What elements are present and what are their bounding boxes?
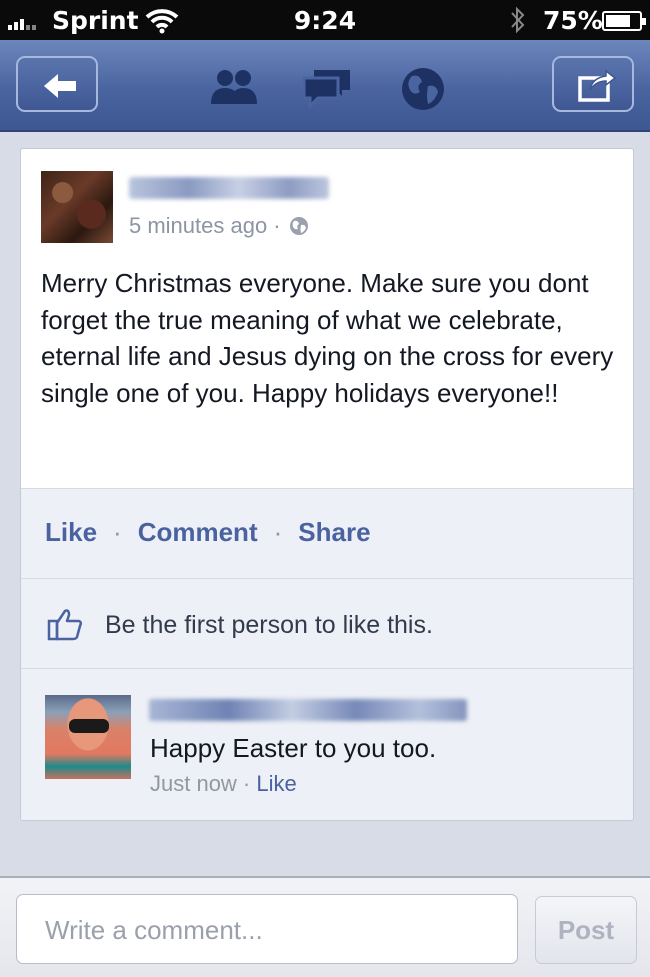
globe-icon[interactable] [400, 66, 446, 112]
likes-row[interactable]: Be the first person to like this. [21, 578, 633, 668]
battery-percent: 75% [543, 6, 603, 35]
author-name-blurred[interactable] [129, 177, 329, 199]
likes-text: Be the first person to like this. [105, 611, 433, 639]
comment-like-link[interactable]: Like [256, 771, 296, 796]
comment-link[interactable]: Comment [138, 517, 258, 548]
post-timestamp: 5 minutes ago · [129, 213, 281, 238]
battery-icon [602, 11, 646, 31]
share-icon [578, 69, 617, 102]
back-arrow-icon [44, 74, 76, 98]
comment-item: Happy Easter to you too. Just now · Like [21, 668, 633, 820]
friends-icon[interactable] [205, 66, 263, 110]
share-link[interactable]: Share [298, 517, 370, 548]
post-actions: Like · Comment · Share [21, 488, 633, 578]
comment-composer: Write a comment... Post [0, 876, 650, 977]
comment-input[interactable]: Write a comment... [16, 894, 518, 964]
post-card: 5 minutes ago · Merry Christmas everyone… [20, 148, 634, 821]
messages-icon[interactable] [298, 66, 356, 110]
post-meta: 5 minutes ago · [129, 213, 309, 239]
comment-text: Happy Easter to you too. [150, 733, 437, 763]
author-avatar[interactable] [41, 171, 113, 243]
post-button[interactable]: Post [535, 896, 637, 964]
separator-dot: · [273, 517, 283, 547]
post-body: Merry Christmas everyone. Make sure you … [41, 268, 614, 408]
bluetooth-icon [511, 6, 525, 34]
comment-timestamp: Just now · [150, 771, 257, 796]
commenter-avatar[interactable] [45, 695, 131, 779]
nav-bar [0, 40, 650, 132]
share-button[interactable] [552, 56, 634, 112]
comment-meta: Just now · Like [150, 771, 297, 797]
thumbs-up-icon [47, 609, 83, 641]
status-bar: Sprint 9:24 75% [0, 0, 650, 40]
like-link[interactable]: Like [45, 517, 97, 548]
separator-dot: · [113, 517, 122, 547]
public-globe-icon [289, 217, 308, 235]
commenter-name-blurred[interactable] [149, 699, 467, 721]
back-button[interactable] [16, 56, 98, 112]
